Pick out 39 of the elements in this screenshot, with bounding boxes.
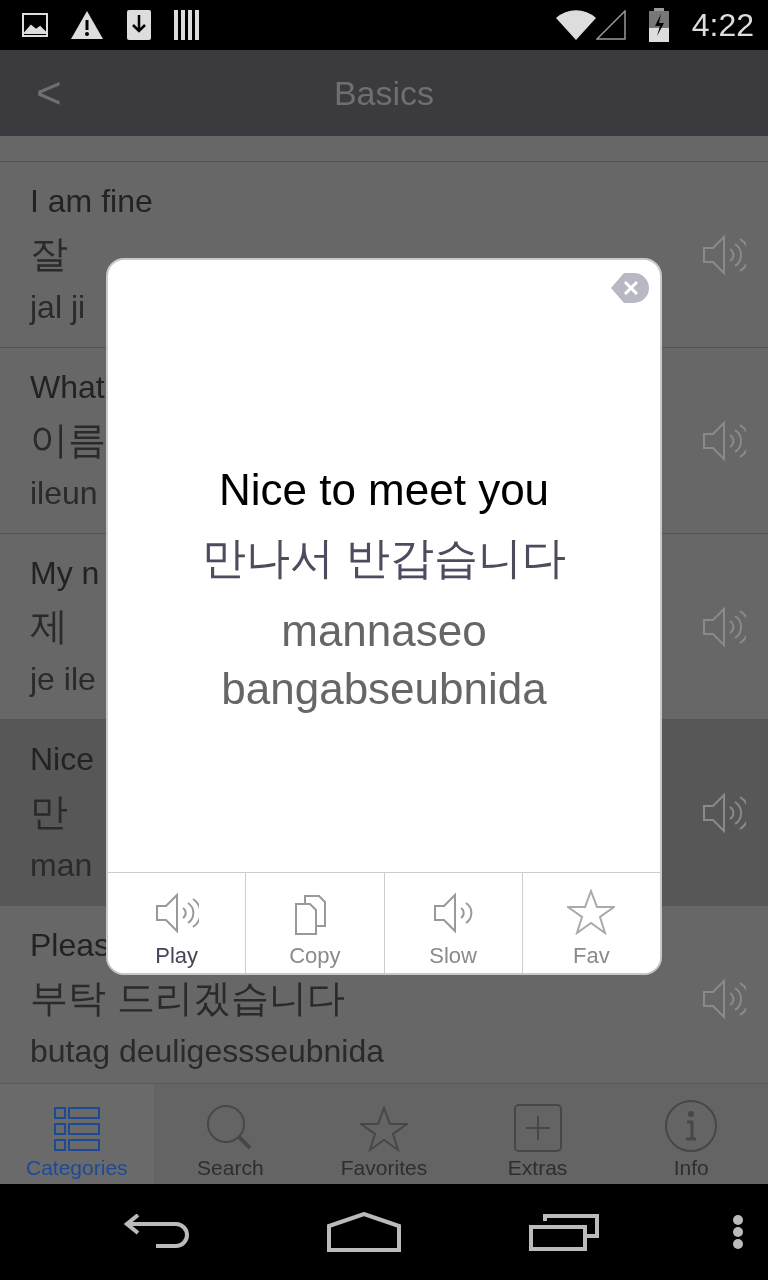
korean-phrase: 만나서 반갑습니다	[201, 531, 567, 584]
romanization-text: jal ji	[30, 288, 86, 327]
romanization-text: mannaseo bangabseubnida	[220, 604, 548, 715]
tab[interactable]: Categories	[0, 1084, 154, 1184]
warning-icon	[70, 10, 104, 40]
romanization-text: butag deuligessseubnida	[30, 1032, 385, 1071]
home-icon[interactable]	[326, 1212, 401, 1252]
english-phrase: Pleas	[30, 926, 111, 965]
close-icon	[610, 272, 650, 304]
more-icon[interactable]	[732, 1215, 744, 1249]
english-phrase: Nice to meet you	[218, 464, 550, 515]
speaker-icon	[154, 891, 199, 935]
info-icon	[665, 1100, 718, 1152]
wifi-icon	[555, 10, 596, 40]
download-icon	[126, 9, 152, 41]
clock-time: 4:22	[691, 6, 754, 44]
english-phrase: My n	[30, 554, 100, 593]
close-button[interactable]	[610, 272, 650, 304]
fav-button[interactable]: Fav	[521, 873, 660, 973]
back-icon[interactable]	[124, 1214, 192, 1250]
star-icon	[567, 889, 616, 935]
star-icon	[360, 1106, 408, 1152]
korean-phrase: 제	[30, 604, 68, 649]
speaker-icon	[433, 891, 474, 935]
english-phrase: I am fine	[30, 182, 153, 221]
signal-icon	[595, 10, 626, 40]
plus-icon	[513, 1104, 562, 1152]
korean-phrase: 잘	[30, 232, 68, 277]
image-icon	[22, 13, 48, 37]
barcode-icon	[174, 10, 200, 40]
korean-phrase: 부탁 드리겠습니다	[30, 976, 345, 1021]
recent-apps-icon[interactable]	[529, 1213, 600, 1251]
list-icon	[53, 1106, 100, 1152]
korean-phrase: 이름	[30, 418, 106, 463]
romanization-text: ileun	[30, 474, 98, 513]
english-phrase: What	[30, 368, 105, 407]
romanization-text: je ile	[30, 660, 96, 699]
battery-icon	[647, 8, 670, 42]
back-button[interactable]: <	[0, 68, 110, 118]
